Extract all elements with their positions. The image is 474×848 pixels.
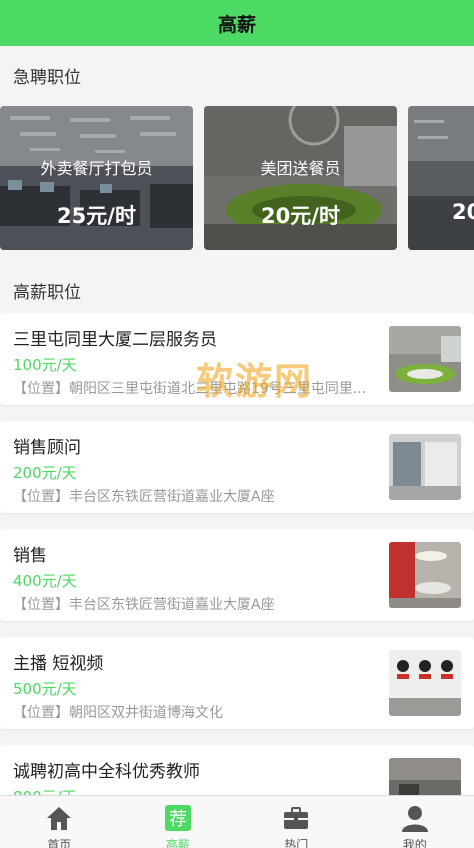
page-title: 高薪 xyxy=(217,13,256,36)
recommend-icon: 荐 xyxy=(164,805,191,831)
tab-hot[interactable]: 热门 xyxy=(237,796,356,848)
tab-label: 首页 xyxy=(47,838,72,848)
tab-mine[interactable]: 我的 xyxy=(356,796,474,848)
job-thumbnail xyxy=(389,434,461,500)
featured-job-pay: 20元/时 xyxy=(261,204,340,228)
tab-label: 高薪 xyxy=(165,838,190,848)
featured-job-card[interactable]: 外卖餐厅打包员 25元/时 xyxy=(0,106,193,250)
featured-job-name: 外卖餐厅打包员 xyxy=(40,159,153,178)
job-title: 销售顾问 xyxy=(13,438,81,458)
watermark-logo: 软游网 xyxy=(196,360,313,403)
home-icon xyxy=(47,807,72,830)
featured-job-card[interactable]: 美团送餐员 20元/时 xyxy=(204,106,397,250)
job-thumbnail xyxy=(389,326,461,392)
featured-job-card[interactable]: 20 xyxy=(408,106,474,250)
app-screen: 高薪 急聘职位 外卖餐厅打包员 25元/时 美团送餐员 20元/时 20 高薪职… xyxy=(0,0,474,848)
urgent-section-title: 急聘职位 xyxy=(13,68,81,88)
featured-job-pay: 20 xyxy=(452,200,474,224)
featured-job-pay: 25元/时 xyxy=(57,204,136,228)
tab-label: 我的 xyxy=(402,838,427,848)
job-title: 销售 xyxy=(13,546,47,566)
tab-high-pay[interactable]: 荐 高薪 xyxy=(119,796,238,848)
tab-home[interactable]: 首页 xyxy=(0,796,119,848)
featured-job-name: 美团送餐员 xyxy=(260,159,341,178)
featured-job-carousel[interactable]: 外卖餐厅打包员 25元/时 美团送餐员 20元/时 20 xyxy=(0,106,474,250)
job-thumbnail xyxy=(389,542,461,608)
job-list-item[interactable]: 销售 400元/天 【位置】丰台区东铁匠营街道嘉业大厦A座 xyxy=(0,529,474,621)
highpay-section-title: 高薪职位 xyxy=(13,283,81,303)
user-icon xyxy=(401,806,428,832)
job-title: 诚聘初高中全科优秀教师 xyxy=(13,762,200,782)
tab-label: 热门 xyxy=(284,838,309,848)
job-list-item[interactable]: 主播 短视频 500元/天 【位置】朝阳区双井街道博海文化 xyxy=(0,637,474,729)
job-address: 【位置】朝阳区三里屯街道北三里屯路19号三里屯同里... xyxy=(13,381,367,397)
job-salary: 200元/天 xyxy=(13,464,77,482)
job-address: 【位置】丰台区东铁匠营街道嘉业大厦A座 xyxy=(13,489,275,505)
job-salary: 100元/天 xyxy=(13,356,77,374)
job-list-item[interactable]: 销售顾问 200元/天 【位置】丰台区东铁匠营街道嘉业大厦A座 xyxy=(0,421,474,513)
job-title: 三里屯同里大厦二层服务员 xyxy=(13,330,217,350)
briefcase-icon xyxy=(284,807,309,829)
job-title: 主播 短视频 xyxy=(13,654,104,674)
nav-header: 高薪 xyxy=(0,0,474,46)
job-thumbnail xyxy=(389,650,461,716)
tab-bar: 首页 荐 高薪 热门 我的 xyxy=(0,795,474,848)
job-salary: 400元/天 xyxy=(13,572,77,590)
svg-text:荐: 荐 xyxy=(169,809,187,830)
job-salary: 500元/天 xyxy=(13,680,77,698)
job-address: 【位置】朝阳区双井街道博海文化 xyxy=(13,705,223,721)
job-address: 【位置】丰台区东铁匠营街道嘉业大厦A座 xyxy=(13,597,275,613)
